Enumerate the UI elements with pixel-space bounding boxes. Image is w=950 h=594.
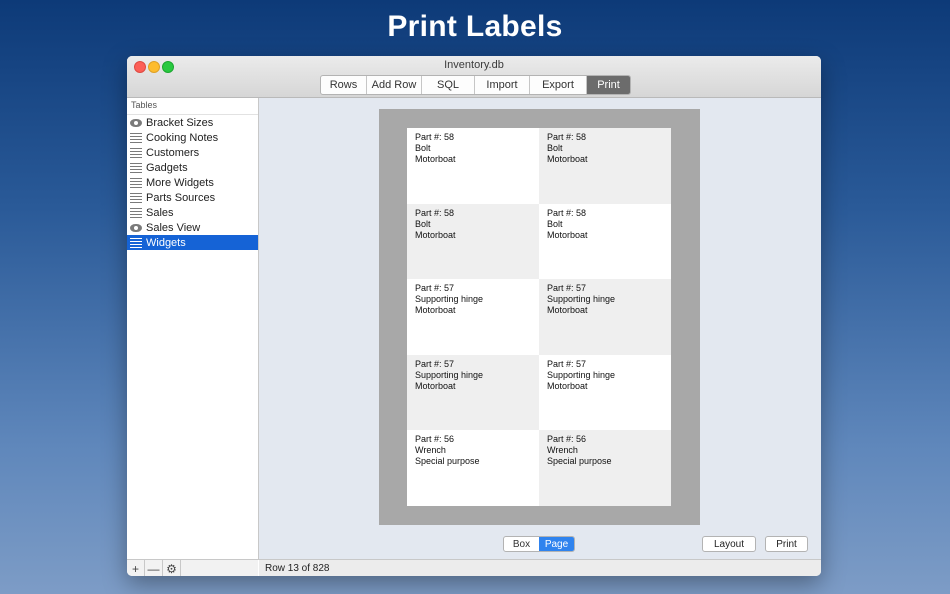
print-page-preview: Part #: 58 Bolt Motorboat Part #: 58 Bol… bbox=[379, 109, 700, 525]
label-part-number: Part #: 58 bbox=[415, 207, 455, 218]
tab-export[interactable]: Export bbox=[530, 76, 587, 94]
sidebar-item-label: Sales bbox=[146, 206, 174, 219]
label-part-name: Wrench bbox=[547, 445, 578, 456]
label-cell: Part #: 57 Supporting hinge Motorboat bbox=[407, 279, 539, 355]
label-part-name: Supporting hinge bbox=[547, 294, 616, 305]
settings-gear-icon[interactable]: ⚙ bbox=[163, 560, 181, 576]
view-mode-toggle: Box Page bbox=[503, 536, 575, 552]
sidebar-item-label: Cooking Notes bbox=[146, 131, 219, 144]
sidebar-item-sales-view[interactable]: Sales View bbox=[127, 220, 258, 235]
label-part-name: Wrench bbox=[415, 445, 446, 456]
app-window: Inventory.db Rows Add Row SQL Import Exp… bbox=[127, 56, 821, 576]
page-view-button[interactable]: Page bbox=[539, 537, 574, 551]
print-preview-area: Part #: 58 Bolt Motorboat Part #: 58 Bol… bbox=[259, 98, 821, 560]
sidebar-item-label: Sales View bbox=[146, 221, 201, 234]
label-part-name: Supporting hinge bbox=[547, 369, 616, 380]
label-cell: Part #: 56 Wrench Special purpose bbox=[407, 430, 539, 506]
sidebar-header: Tables bbox=[127, 98, 258, 115]
sidebar-item-label: Gadgets bbox=[146, 161, 188, 174]
table-icon bbox=[130, 162, 142, 173]
toolbar-tabs: Rows Add Row SQL Import Export Print bbox=[320, 75, 631, 95]
label-category: Motorboat bbox=[547, 229, 588, 240]
label-cell: Part #: 58 Bolt Motorboat bbox=[407, 203, 539, 280]
table-icon bbox=[130, 237, 142, 248]
label-cell: Part #: 58 Bolt Motorboat bbox=[539, 203, 671, 280]
table-icon bbox=[130, 177, 142, 188]
label-part-name: Bolt bbox=[415, 143, 431, 153]
remove-table-button[interactable]: — bbox=[145, 560, 163, 576]
sidebar-item-label: Widgets bbox=[146, 236, 186, 249]
table-icon bbox=[130, 192, 142, 203]
table-icon bbox=[130, 207, 142, 218]
label-category: Motorboat bbox=[547, 305, 588, 316]
label-part-number: Part #: 58 bbox=[415, 132, 455, 142]
eye-icon bbox=[130, 119, 142, 127]
label-cell: Part #: 58 Bolt Motorboat bbox=[539, 128, 671, 204]
sidebar-item-widgets[interactable]: Widgets bbox=[127, 235, 258, 250]
box-view-button[interactable]: Box bbox=[504, 537, 539, 551]
sidebar-item-bracket-sizes[interactable]: Bracket Sizes bbox=[127, 115, 258, 130]
sidebar-item-more-widgets[interactable]: More Widgets bbox=[127, 175, 258, 190]
add-table-button[interactable]: + bbox=[127, 560, 145, 576]
window-title: Inventory.db bbox=[444, 59, 504, 71]
label-sheet: Part #: 58 Bolt Motorboat Part #: 58 Bol… bbox=[407, 128, 671, 506]
label-cell: Part #: 57 Supporting hinge Motorboat bbox=[539, 279, 671, 355]
label-part-number: Part #: 57 bbox=[547, 283, 587, 294]
label-part-name: Bolt bbox=[547, 218, 563, 229]
sidebar-item-gadgets[interactable]: Gadgets bbox=[127, 160, 258, 175]
label-cell: Part #: 58 Bolt Motorboat bbox=[407, 128, 539, 204]
tab-sql[interactable]: SQL bbox=[422, 76, 475, 94]
print-button[interactable]: Print bbox=[765, 536, 808, 552]
label-category: Motorboat bbox=[415, 380, 456, 391]
table-icon bbox=[130, 147, 142, 158]
label-part-number: Part #: 57 bbox=[415, 283, 455, 294]
tables-sidebar: Tables Bracket Sizes Cooking Notes Custo… bbox=[127, 98, 259, 560]
table-icon bbox=[130, 132, 142, 143]
sidebar-item-label: Bracket Sizes bbox=[146, 116, 214, 129]
label-part-number: Part #: 57 bbox=[415, 358, 455, 369]
sidebar-item-label: Customers bbox=[146, 146, 200, 159]
titlebar: Inventory.db Rows Add Row SQL Import Exp… bbox=[127, 56, 821, 98]
sidebar-item-cooking-notes[interactable]: Cooking Notes bbox=[127, 130, 258, 145]
status-bar: Row 13 of 828 bbox=[259, 559, 821, 576]
tab-add-row[interactable]: Add Row bbox=[367, 76, 422, 94]
label-category: Motorboat bbox=[415, 154, 456, 164]
label-cell: Part #: 57 Supporting hinge Motorboat bbox=[407, 354, 539, 431]
label-category: Special purpose bbox=[415, 456, 480, 467]
eye-icon bbox=[130, 224, 142, 232]
sidebar-item-label: Parts Sources bbox=[146, 191, 216, 204]
tab-print[interactable]: Print bbox=[587, 76, 630, 94]
label-category: Motorboat bbox=[415, 229, 456, 240]
label-part-name: Bolt bbox=[415, 218, 431, 229]
label-part-name: Bolt bbox=[547, 143, 563, 153]
label-part-number: Part #: 57 bbox=[547, 358, 587, 369]
label-category: Special purpose bbox=[547, 456, 612, 467]
sidebar-item-customers[interactable]: Customers bbox=[127, 145, 258, 160]
hero-title: Print Labels bbox=[387, 10, 563, 43]
label-part-number: Part #: 56 bbox=[547, 434, 587, 445]
label-part-number: Part #: 58 bbox=[547, 207, 587, 218]
sidebar-item-sales[interactable]: Sales bbox=[127, 205, 258, 220]
sidebar-item-parts-sources[interactable]: Parts Sources bbox=[127, 190, 258, 205]
label-category: Motorboat bbox=[547, 380, 588, 391]
label-cell: Part #: 57 Supporting hinge Motorboat bbox=[539, 354, 671, 431]
tab-rows[interactable]: Rows bbox=[321, 76, 367, 94]
sidebar-item-label: More Widgets bbox=[146, 176, 214, 189]
tab-import[interactable]: Import bbox=[475, 76, 530, 94]
sidebar-footer: + — ⚙ bbox=[127, 559, 258, 576]
label-part-number: Part #: 58 bbox=[547, 132, 587, 142]
label-part-name: Supporting hinge bbox=[415, 294, 484, 305]
label-category: Motorboat bbox=[415, 305, 456, 316]
label-part-number: Part #: 56 bbox=[415, 434, 455, 445]
label-part-name: Supporting hinge bbox=[415, 369, 484, 380]
layout-button[interactable]: Layout bbox=[702, 536, 756, 552]
label-cell: Part #: 56 Wrench Special purpose bbox=[539, 430, 671, 506]
label-category: Motorboat bbox=[547, 154, 588, 164]
